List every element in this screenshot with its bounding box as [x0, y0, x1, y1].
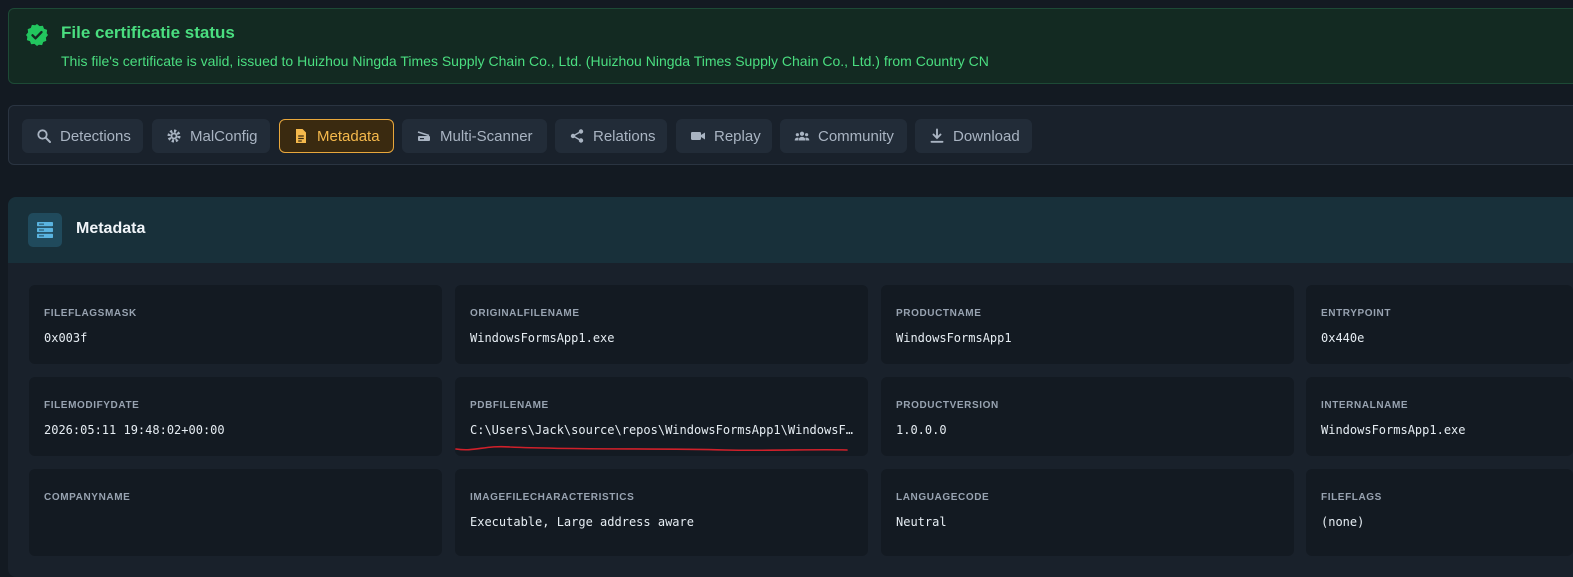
document-icon — [296, 129, 306, 143]
metadata-value: WindowsFormsApp1.exe — [1321, 423, 1466, 437]
tab-label: MalConfig — [190, 127, 258, 145]
search-icon — [37, 129, 51, 143]
metadata-label: PRODUCTNAME — [896, 308, 982, 319]
metadata-label: IMAGEFILECHARACTERISTICS — [470, 492, 635, 503]
tab-download[interactable]: Download — [915, 119, 1032, 153]
metadata-value: (none) — [1321, 515, 1365, 529]
analysis-tabs: Detections MalConfig Metadata Multi-Scan… — [8, 105, 1573, 165]
metadata-label: PDBFILENAME — [470, 400, 549, 411]
metadata-value: 1.0.0.0 — [896, 423, 947, 437]
metadata-card-languagecode: LANGUAGECODE Neutral — [881, 469, 1294, 556]
metadata-card-fileflags: FILEFLAGS (none) — [1306, 469, 1573, 556]
metadata-card-productversion: PRODUCTVERSION 1.0.0.0 — [881, 377, 1294, 456]
scanner-icon — [417, 131, 430, 141]
download-icon — [930, 128, 944, 143]
certificate-title: File certificatie status — [61, 23, 235, 42]
tab-label: Relations — [593, 127, 656, 145]
certificate-message: This file's certificate is valid, issued… — [61, 53, 989, 69]
metadata-label: INTERNALNAME — [1321, 400, 1409, 411]
tab-multi-scanner[interactable]: Multi-Scanner — [402, 119, 547, 153]
tab-metadata[interactable]: Metadata — [279, 119, 394, 153]
tab-community[interactable]: Community — [780, 119, 907, 153]
metadata-value: 0x440e — [1321, 331, 1365, 345]
metadata-label: PRODUCTVERSION — [896, 400, 999, 411]
metadata-value: Executable, Large address aware — [470, 515, 694, 529]
metadata-label: FILEMODIFYDATE — [44, 400, 140, 411]
metadata-card-entrypoint: ENTRYPOINT 0x440e — [1306, 285, 1573, 364]
gear-icon — [167, 129, 181, 143]
metadata-value: 0x003f — [44, 331, 88, 345]
verified-badge-icon — [26, 24, 48, 46]
tab-label: Download — [953, 127, 1020, 145]
tab-label: Replay — [714, 127, 761, 145]
tab-label: Metadata — [317, 127, 380, 145]
metadata-value: WindowsFormsApp1.exe — [470, 331, 615, 345]
metadata-card-internalname: INTERNALNAME WindowsFormsApp1.exe — [1306, 377, 1573, 456]
metadata-card-originalfilename: ORIGINALFILENAME WindowsFormsApp1.exe — [455, 285, 868, 364]
metadata-label: COMPANYNAME — [44, 492, 131, 503]
metadata-label: ORIGINALFILENAME — [470, 308, 580, 319]
tab-label: Community — [818, 127, 894, 145]
metadata-label: LANGUAGECODE — [896, 492, 990, 503]
metadata-label: FILEFLAGS — [1321, 492, 1382, 503]
tab-relations[interactable]: Relations — [555, 119, 667, 153]
tab-label: Detections — [60, 127, 131, 145]
metadata-panel-header: Metadata — [8, 197, 1573, 263]
certificate-status-banner: File certificatie status This file's cer… — [8, 8, 1573, 84]
metadata-label: FILEFLAGSMASK — [44, 308, 137, 319]
metadata-card-filemodifydate: FILEMODIFYDATE 2026:05:11 19:48:02+00:00 — [29, 377, 442, 456]
tab-replay[interactable]: Replay — [676, 119, 772, 153]
tab-detections[interactable]: Detections — [22, 119, 143, 153]
metadata-panel-title: Metadata — [76, 220, 146, 237]
metadata-card-fileflagsmask: FILEFLAGSMASK 0x003f — [29, 285, 442, 364]
metadata-value: C:\Users\Jack\source\repos\WindowsFormsA… — [470, 423, 855, 437]
people-icon — [794, 131, 810, 141]
database-icon — [28, 213, 62, 247]
metadata-card-companyname: COMPANYNAME — [29, 469, 442, 556]
metadata-card-imagefilecharacteristics: IMAGEFILECHARACTERISTICS Executable, Lar… — [455, 469, 868, 556]
metadata-value: 2026:05:11 19:48:02+00:00 — [44, 423, 225, 437]
share-icon — [570, 129, 584, 143]
metadata-card-productname: PRODUCTNAME WindowsFormsApp1 — [881, 285, 1294, 364]
metadata-label: ENTRYPOINT — [1321, 308, 1392, 319]
tab-label: Multi-Scanner — [440, 127, 533, 145]
metadata-value: Neutral — [896, 515, 947, 529]
video-camera-icon — [691, 132, 705, 140]
tab-malconfig[interactable]: MalConfig — [152, 119, 270, 153]
annotation-underline — [455, 445, 848, 452]
metadata-value: WindowsFormsApp1 — [896, 331, 1012, 345]
